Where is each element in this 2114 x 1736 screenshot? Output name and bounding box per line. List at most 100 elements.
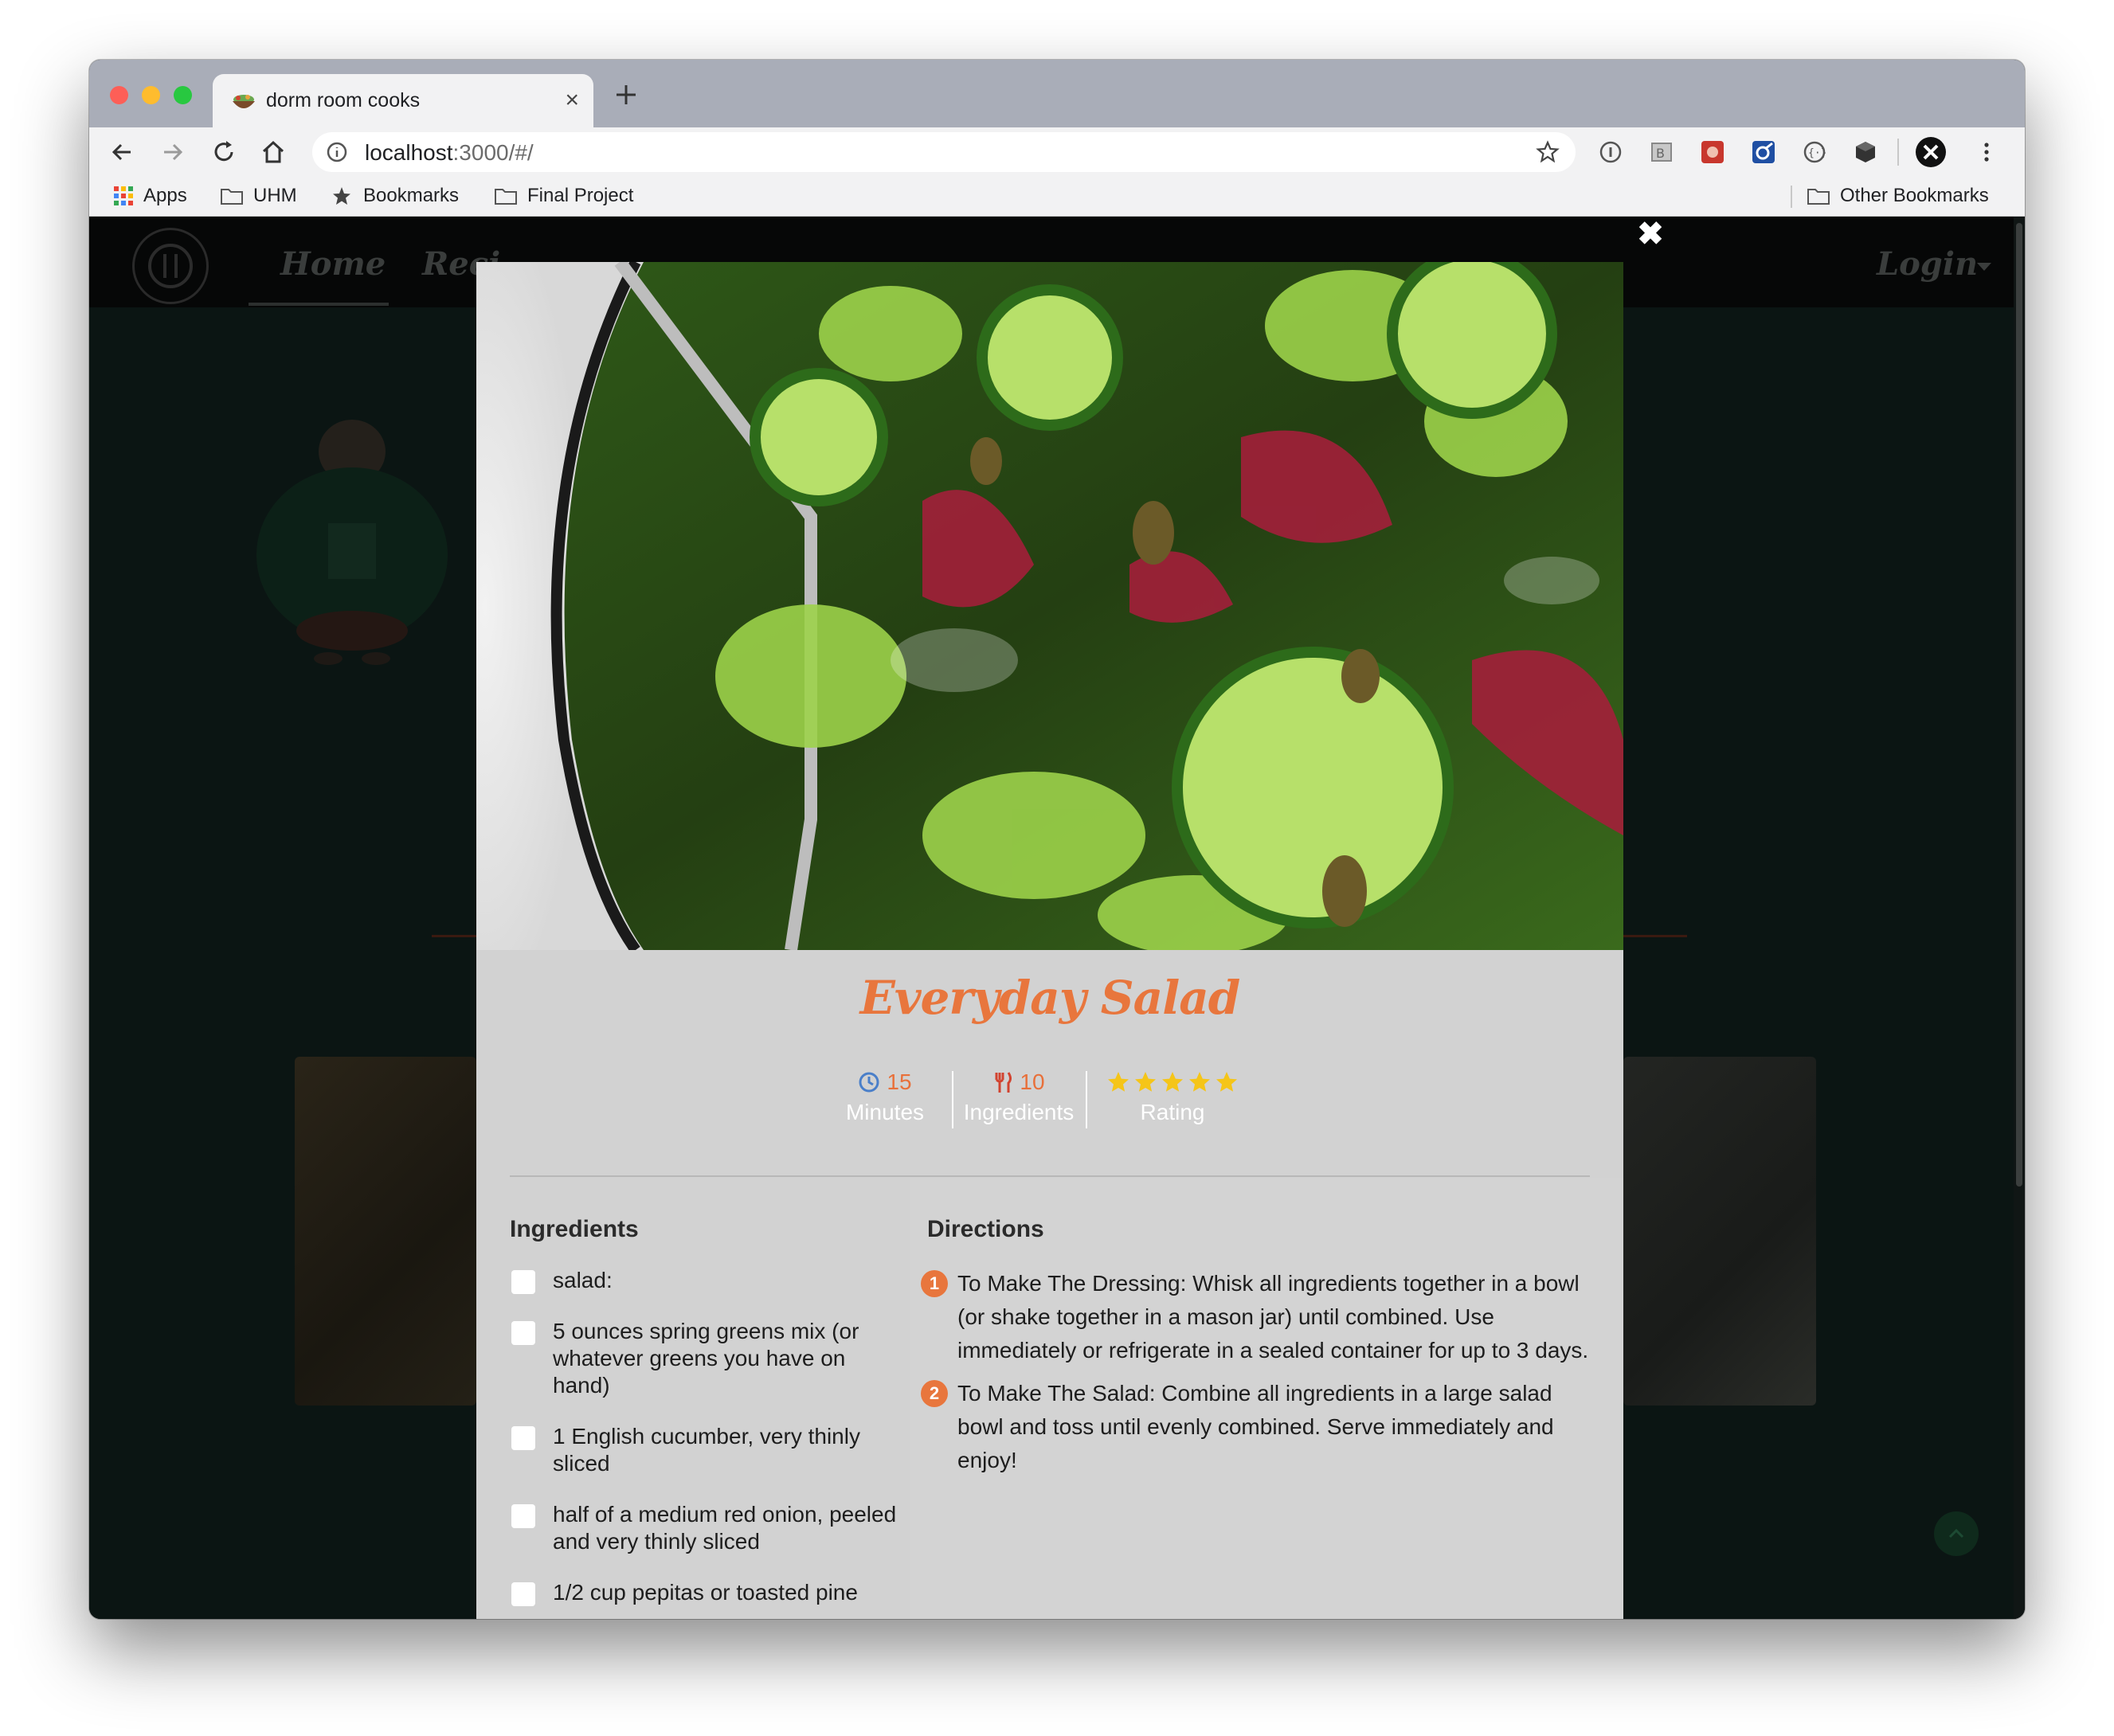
bookmark-label: Final Project bbox=[527, 185, 634, 206]
bookmark-star-icon[interactable] bbox=[1536, 140, 1560, 164]
star-icon bbox=[1135, 1072, 1156, 1092]
back-arrow-icon[interactable] bbox=[108, 139, 135, 166]
menu-kebab-icon[interactable] bbox=[1974, 139, 1999, 165]
ingredients-heading: Ingredients bbox=[510, 1216, 639, 1242]
section-divider bbox=[1623, 935, 1687, 937]
modal-divider bbox=[510, 1175, 1590, 1177]
profile-avatar-icon[interactable] bbox=[1915, 136, 1947, 168]
forward-arrow-icon[interactable] bbox=[159, 139, 186, 166]
bookmark-uhm[interactable]: UHM bbox=[220, 183, 297, 209]
rating-stars bbox=[1093, 1066, 1252, 1098]
chevron-up-icon bbox=[1948, 1528, 1964, 1539]
bookmarks-divider bbox=[1791, 186, 1792, 208]
checker-extension-icon[interactable] bbox=[1751, 139, 1776, 165]
bookmark-label: Apps bbox=[143, 185, 187, 206]
nav-login-link[interactable]: Login bbox=[1877, 245, 1978, 283]
folder-icon bbox=[221, 189, 243, 205]
recipe-card[interactable] bbox=[295, 1057, 476, 1406]
svg-text:{·}: {·} bbox=[1808, 147, 1826, 159]
url-host: localhost bbox=[365, 140, 453, 165]
address-bar[interactable]: localhost:3000/#/ bbox=[312, 132, 1576, 172]
clock-icon bbox=[859, 1072, 879, 1093]
step-text: To Make The Dressing: Whisk all ingredie… bbox=[957, 1271, 1589, 1363]
salad-bowl-icon bbox=[233, 95, 255, 108]
close-tab-icon[interactable]: × bbox=[565, 88, 579, 112]
recipe-stats: 15 Minutes 10 Ingredients Rating bbox=[476, 1066, 1623, 1130]
recipe-modal: Everyday Salad 15 Minutes 10 Ingredients… bbox=[476, 262, 1623, 1619]
mascot-image bbox=[256, 420, 448, 665]
stat-label: Ingredients bbox=[963, 1100, 1075, 1124]
bookmark-label: Other Bookmarks bbox=[1840, 185, 1989, 206]
stat-divider bbox=[952, 1071, 953, 1128]
star-icon bbox=[1108, 1072, 1129, 1092]
ingredient-text: 1 English cucumber, very thinly sliced bbox=[553, 1424, 860, 1476]
star-icon bbox=[1189, 1072, 1210, 1092]
info-icon[interactable] bbox=[327, 142, 347, 162]
bookmark-final-project[interactable]: Final Project bbox=[494, 183, 633, 209]
fork-knife-logo-icon bbox=[148, 244, 193, 288]
star-icon bbox=[1216, 1072, 1237, 1092]
web-page: Home Reci Login ✖ Everyday Salad 15 Minu… bbox=[89, 217, 2025, 1619]
ingredient-checkbox[interactable] bbox=[511, 1426, 535, 1450]
bookmark-label: UHM bbox=[253, 185, 297, 206]
url-text: localhost:3000/#/ bbox=[365, 140, 534, 166]
url-path: :3000/#/ bbox=[452, 140, 534, 165]
stat-ingredients: 10 Ingredients bbox=[959, 1066, 1079, 1127]
utensils-icon bbox=[995, 1072, 1012, 1093]
step-number-badge: 2 bbox=[921, 1380, 948, 1407]
login-dropdown-icon[interactable] bbox=[1975, 261, 1993, 272]
tab-title: dorm room cooks bbox=[266, 89, 421, 111]
stat-rating: Rating bbox=[1093, 1066, 1252, 1127]
cube-extension-icon[interactable] bbox=[1853, 139, 1878, 165]
bookmark-other[interactable]: Other Bookmarks bbox=[1807, 183, 1989, 209]
reader-extension-icon[interactable]: B bbox=[1649, 139, 1674, 165]
bookmark-label: Bookmarks bbox=[363, 185, 460, 206]
ingredient-text: salad: bbox=[553, 1268, 613, 1292]
folder-icon bbox=[1807, 189, 1830, 205]
bug-extension-icon[interactable] bbox=[1700, 139, 1725, 165]
stat-label: Minutes bbox=[845, 1100, 925, 1124]
stat-value: 15 bbox=[887, 1069, 912, 1094]
bookmark-bookmarks[interactable]: Bookmarks bbox=[330, 183, 459, 209]
stat-label: Rating bbox=[1140, 1100, 1205, 1124]
browser-window: dorm room cooks × localhost:3000/#/ B {·… bbox=[89, 60, 2025, 1619]
toolbar-divider bbox=[1897, 139, 1899, 166]
star-icon bbox=[1162, 1072, 1183, 1092]
scroll-to-top-button[interactable] bbox=[1934, 1511, 1979, 1556]
tab-strip: dorm room cooks × bbox=[89, 60, 2025, 127]
reload-icon[interactable] bbox=[210, 139, 237, 166]
stat-minutes: 15 Minutes bbox=[841, 1066, 929, 1127]
ingredient-text: 1/2 cup pepitas or toasted pine bbox=[553, 1580, 858, 1605]
nav-active-underline bbox=[249, 303, 389, 306]
folder-icon bbox=[495, 189, 517, 205]
nav-home-link[interactable]: Home bbox=[280, 245, 386, 283]
directions-column: Directions 1 To Make The Dressing: Whisk… bbox=[910, 1178, 1623, 1619]
scrollbar-thumb[interactable] bbox=[2016, 223, 2022, 1187]
ingredient-checkbox[interactable] bbox=[511, 1270, 535, 1294]
bookmark-apps[interactable]: Apps bbox=[113, 183, 187, 209]
svg-text:B: B bbox=[1656, 146, 1665, 161]
browser-tab[interactable]: dorm room cooks × bbox=[213, 74, 593, 127]
ingredient-checkbox[interactable] bbox=[511, 1582, 535, 1606]
password-manager-icon[interactable] bbox=[1598, 139, 1623, 165]
step-text: To Make The Salad: Combine all ingredien… bbox=[957, 1381, 1554, 1472]
minimize-window-button[interactable] bbox=[142, 86, 160, 104]
close-window-button[interactable] bbox=[110, 86, 128, 104]
ingredient-text: half of a medium red onion, peeled and v… bbox=[553, 1502, 897, 1554]
site-logo[interactable] bbox=[132, 228, 209, 304]
maximize-window-button[interactable] bbox=[174, 86, 192, 104]
browser-toolbar: localhost:3000/#/ B {·} bbox=[89, 127, 2025, 176]
apps-grid-icon bbox=[114, 186, 133, 205]
modal-close-button[interactable]: ✖ bbox=[1634, 218, 1666, 250]
json-extension-icon[interactable]: {·} bbox=[1802, 139, 1827, 165]
ingredient-checkbox[interactable] bbox=[511, 1504, 535, 1528]
ingredient-checkbox[interactable] bbox=[511, 1321, 535, 1345]
home-icon[interactable] bbox=[260, 139, 287, 166]
recipe-card[interactable] bbox=[1623, 1057, 1816, 1406]
star-icon bbox=[333, 187, 350, 205]
stat-value: 10 bbox=[1020, 1069, 1045, 1094]
ingredients-column: Ingredients salad: 5 ounces spring green… bbox=[476, 1178, 910, 1619]
page-scrollbar[interactable] bbox=[2014, 217, 2025, 1619]
new-tab-icon[interactable] bbox=[613, 82, 639, 108]
ingredient-text: 5 ounces spring greens mix (or whatever … bbox=[553, 1319, 859, 1398]
